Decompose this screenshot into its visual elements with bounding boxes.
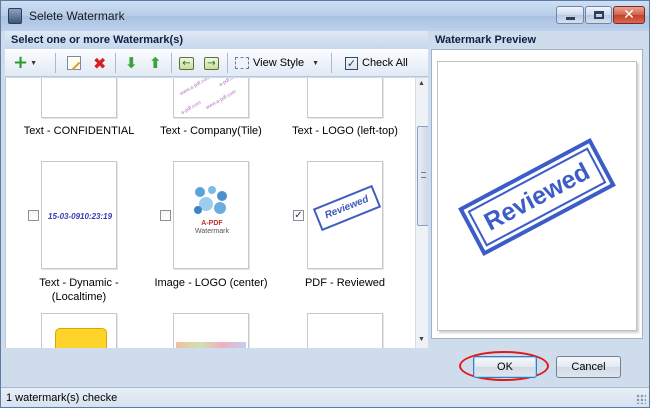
check-all-toggle[interactable]: ✓ Check All: [345, 53, 408, 73]
move-up-icon: ⬆: [149, 54, 162, 72]
import-icon: ←: [179, 56, 194, 70]
close-button[interactable]: ✕: [613, 6, 645, 24]
edit-icon: [67, 56, 81, 70]
app-icon: [8, 8, 22, 24]
check-all-label: Check All: [362, 57, 408, 69]
scroll-up-icon[interactable]: ▲: [418, 80, 425, 87]
add-icon: +: [13, 52, 29, 73]
dialog-window: Selete Watermark ✕ Select one or more Wa…: [0, 0, 650, 408]
window-title: Selete Watermark: [29, 9, 125, 23]
watermark-label: Text - Dynamic - (Localtime): [9, 276, 149, 304]
preview-header: Watermark Preview: [435, 34, 537, 46]
preview-page: Reviewed: [437, 61, 637, 331]
watermark-label: Text - CONFIDENTIAL: [23, 125, 135, 137]
close-icon: ✕: [623, 7, 635, 23]
ok-button[interactable]: OK: [473, 356, 537, 378]
reviewed-stamp-preview: Reviewed: [458, 137, 616, 257]
logo-brand-text: A-PDF: [201, 220, 223, 227]
view-style-button[interactable]: View Style ▼: [235, 53, 319, 73]
maximize-button[interactable]: [585, 6, 612, 24]
yellow-shape: [55, 328, 107, 348]
import-button[interactable]: ←: [179, 53, 194, 73]
watermark-thumbnail[interactable]: [307, 78, 383, 118]
delete-icon: ✖: [93, 53, 107, 73]
dropdown-arrow-icon[interactable]: ▼: [30, 60, 37, 67]
toolbar: + ▼ ✖ ⬇ ⬆ ← → View Style ▼ ✓ Check All: [5, 49, 428, 77]
watermark-label-line1: Text - Dynamic -: [39, 277, 119, 289]
resize-grip-icon[interactable]: [636, 394, 646, 404]
watermark-checkbox[interactable]: [160, 210, 171, 221]
delete-button[interactable]: ✖: [93, 53, 106, 73]
watermark-label: Text - Company(Tile): [160, 125, 262, 137]
watermark-label: Image - LOGO (center): [154, 277, 268, 289]
gallery-scrollbar[interactable]: ▲ ▼: [415, 78, 428, 348]
watermark-gallery[interactable]: www.a-pdf.com www.a-pdf.com a-pdf.com a-…: [5, 78, 428, 348]
watermark-thumbnail[interactable]: A-PDF Watermark: [173, 161, 249, 269]
view-style-icon: [235, 57, 249, 69]
view-style-label: View Style: [253, 57, 305, 69]
scrollbar-thumb[interactable]: [417, 126, 428, 226]
move-up-button[interactable]: ⬆: [149, 53, 162, 73]
a-pdf-logo-icon: [194, 186, 227, 214]
watermark-label: Text - LOGO (left-top): [292, 125, 398, 137]
export-button[interactable]: →: [204, 53, 219, 73]
move-down-button[interactable]: ⬇: [125, 53, 138, 73]
watermark-thumbnail[interactable]: [41, 313, 117, 348]
dynamic-time-text: 15-03-0910:23:19: [48, 212, 113, 221]
watermark-thumbnail[interactable]: [307, 313, 383, 348]
watermark-label: PDF - Reviewed: [304, 277, 386, 289]
cancel-button[interactable]: Cancel: [556, 356, 621, 378]
edit-button[interactable]: [67, 53, 81, 73]
export-icon: →: [204, 56, 219, 70]
status-bar: 1 watermark(s) checke: [1, 387, 649, 407]
watermark-thumbnail[interactable]: 15-03-0910:23:19: [41, 161, 117, 269]
watermark-list-header: Select one or more Watermark(s): [5, 31, 428, 49]
maximize-icon: [593, 11, 604, 19]
watermark-checkbox[interactable]: [28, 210, 39, 221]
check-all-checkbox[interactable]: ✓: [345, 56, 358, 70]
toolbar-separator: [227, 53, 228, 73]
watermark-checkbox-checked[interactable]: ✓: [293, 210, 304, 221]
watermark-label-line2: (Localtime): [51, 291, 107, 303]
toolbar-separator: [171, 53, 172, 73]
minimize-icon: [565, 16, 575, 20]
colored-strip: [176, 342, 246, 348]
dropdown-arrow-icon: ▼: [312, 59, 320, 67]
toolbar-separator: [331, 53, 332, 73]
watermark-preview-panel: Reviewed: [431, 49, 643, 339]
logo-subtitle-text: Watermark: [195, 228, 229, 235]
reviewed-stamp-thumbnail: Reviewed: [312, 184, 382, 232]
watermark-thumbnail[interactable]: [173, 313, 249, 348]
title-bar[interactable]: Selete Watermark ✕: [1, 1, 649, 31]
toolbar-separator: [55, 53, 56, 73]
move-down-icon: ⬇: [125, 54, 138, 72]
add-button[interactable]: + ▼: [13, 53, 37, 73]
stamp-inner-border: [467, 147, 607, 247]
watermark-thumbnail[interactable]: Reviewed: [307, 161, 383, 269]
watermark-thumbnail[interactable]: [41, 78, 117, 118]
scroll-down-icon[interactable]: ▼: [418, 336, 425, 343]
watermark-thumbnail[interactable]: www.a-pdf.com www.a-pdf.com a-pdf.com a-…: [173, 78, 249, 118]
grip-icon: [421, 172, 426, 178]
toolbar-separator: [115, 53, 116, 73]
status-text: 1 watermark(s) checke: [6, 392, 118, 404]
minimize-button[interactable]: [556, 6, 584, 24]
